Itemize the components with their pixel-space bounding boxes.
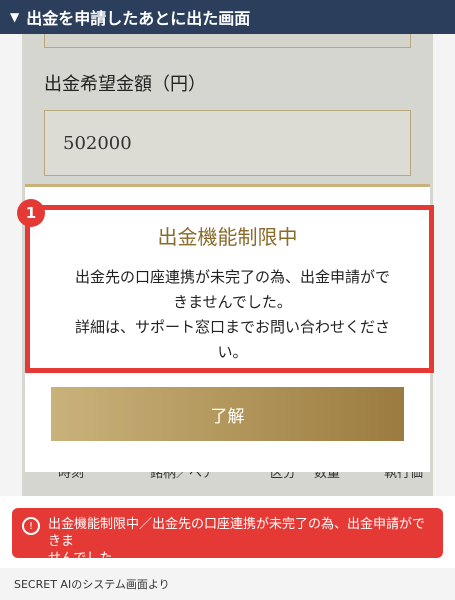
- error-toast-message: 出金機能制限中／出金先の口座連携が未完了の為、出金申請ができま せんでした: [48, 516, 433, 567]
- amount-label: 出金希望金額（円）: [44, 74, 206, 95]
- triangle-down-icon: ▼: [10, 10, 20, 24]
- header-title: 出金を申請したあとに出た画面: [26, 9, 251, 28]
- error-toast-line: せんでした: [48, 551, 113, 566]
- error-toast-line: 出金機能制限中／出金先の口座連携が未完了の為、出金申請ができま: [48, 517, 426, 549]
- header-bar: ▼ 出金を申請したあとに出た画面: [0, 0, 455, 34]
- error-toast: ! 出金機能制限中／出金先の口座連携が未完了の為、出金申請ができま せんでした: [12, 508, 443, 566]
- amount-input[interactable]: 502000: [44, 110, 411, 176]
- ok-button[interactable]: 了解: [51, 387, 404, 441]
- annotation-highlight-box: [25, 205, 434, 373]
- annotation-badge: 1: [17, 199, 45, 227]
- alert-circle-icon: !: [22, 517, 40, 535]
- previous-field[interactable]: [44, 34, 411, 48]
- source-caption: SECRET AIのシステム画面より: [14, 578, 170, 591]
